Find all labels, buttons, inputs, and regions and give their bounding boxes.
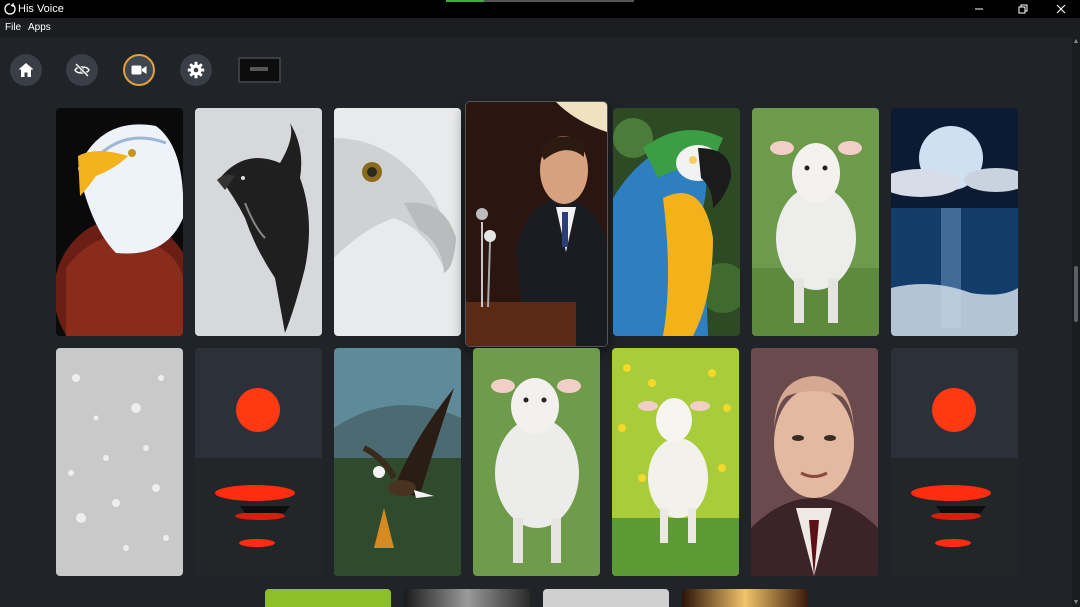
- scroll-down-icon[interactable]: ▼: [1072, 599, 1080, 607]
- tile-eagle-in-flight[interactable]: [334, 348, 461, 576]
- restore-button[interactable]: [1006, 0, 1040, 18]
- title-bar: His Voice: [0, 0, 1080, 18]
- home-icon: [18, 63, 34, 77]
- tile-preacher-at-pulpit[interactable]: [466, 102, 607, 346]
- scroll-up-icon[interactable]: ▲: [1072, 38, 1080, 46]
- tile-portrait-partial[interactable]: [543, 589, 669, 607]
- tile-white-lamb-standing[interactable]: [752, 108, 879, 336]
- title-progress-fill: [446, 0, 484, 2]
- menu-apps[interactable]: Apps: [28, 22, 51, 34]
- tile-lamb-in-flower-field[interactable]: [612, 348, 739, 576]
- tile-white-eagle-closeup[interactable]: [334, 108, 461, 336]
- app-logo-icon: [4, 3, 16, 15]
- hide-button[interactable]: [66, 54, 98, 86]
- menu-file[interactable]: File: [5, 22, 21, 34]
- screen-preview-content: [250, 67, 268, 71]
- app-title: His Voice: [18, 3, 64, 15]
- home-button[interactable]: [10, 54, 42, 86]
- tile-water-droplets[interactable]: [56, 348, 183, 576]
- tile-white-lamb-grass[interactable]: [473, 348, 600, 576]
- restore-icon: [1018, 4, 1028, 14]
- tile-full-moon-over-sea[interactable]: [891, 108, 1018, 336]
- gear-icon: [187, 61, 205, 79]
- tile-warm-light[interactable]: [682, 589, 808, 607]
- minimize-button[interactable]: [962, 0, 996, 18]
- close-icon: [1056, 4, 1066, 14]
- vertical-scrollbar[interactable]: ▲ ▼: [1072, 38, 1080, 607]
- tile-red-sun-boat[interactable]: [195, 348, 322, 576]
- screen-preview[interactable]: [238, 57, 281, 83]
- minimize-icon: [975, 8, 983, 10]
- close-button[interactable]: [1044, 0, 1078, 18]
- settings-button[interactable]: [180, 54, 212, 86]
- tile-red-sun-boat-2[interactable]: [891, 348, 1018, 576]
- tile-blue-gold-macaw[interactable]: [613, 108, 740, 336]
- menu-bar: File Apps: [0, 18, 1080, 38]
- eye-slash-icon: [74, 62, 90, 78]
- title-progress-bar: [446, 0, 634, 2]
- video-button[interactable]: [123, 54, 155, 86]
- scroll-thumb[interactable]: [1074, 265, 1078, 323]
- tile-ink-eagle-sketch[interactable]: [195, 108, 322, 336]
- tile-green-field[interactable]: [265, 589, 391, 607]
- video-camera-icon: [131, 65, 147, 75]
- tile-man-in-suit-portrait[interactable]: [751, 348, 878, 576]
- tile-bald-eagle-head[interactable]: [56, 108, 183, 336]
- tile-light-glow[interactable]: [404, 589, 530, 607]
